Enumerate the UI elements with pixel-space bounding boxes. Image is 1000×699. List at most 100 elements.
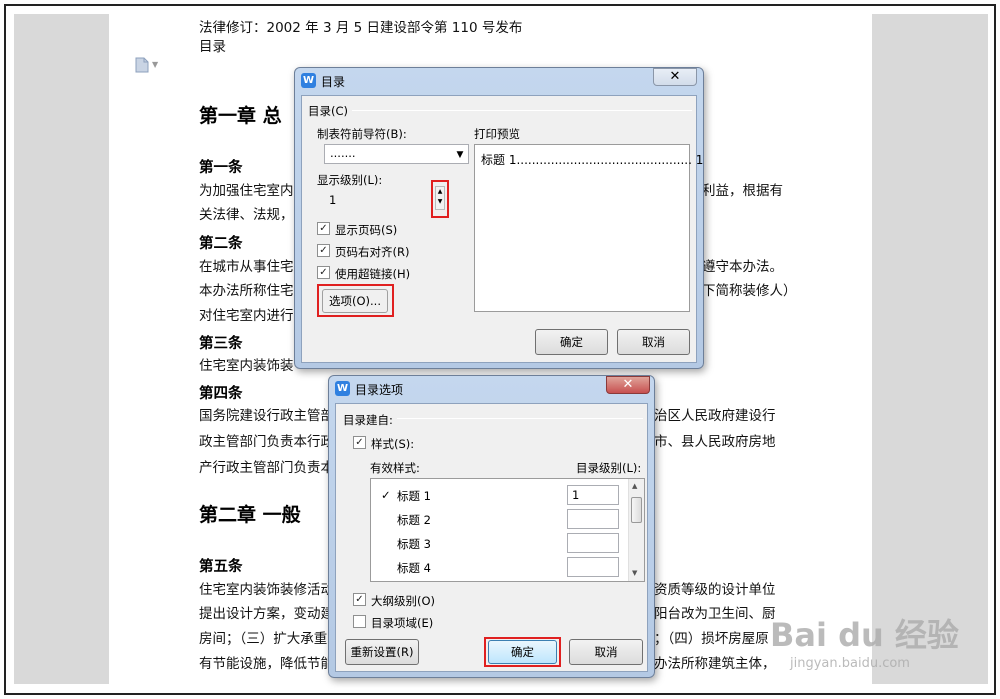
doc-line: 关法律、法规， [199, 207, 294, 223]
highlight-box [431, 180, 449, 218]
page-margin-left [14, 14, 109, 684]
toc-options-dialog: W 目录选项 ✕ 目录建自: ✓ 样式(S): 有效样式: 目录级别(L): ✓… [328, 375, 655, 678]
check-icon: ✓ [381, 488, 391, 502]
doc-line: 房间；（三）扩大承重 [199, 631, 328, 647]
doc-line: 国务院建设行政主管部 [199, 408, 334, 424]
available-styles-label: 有效样式: [370, 461, 420, 475]
show-page-numbers-label: 显示页码(S) [335, 223, 398, 237]
close-icon: ✕ [669, 69, 681, 84]
preview-entry: 标题 1....................................… [481, 153, 704, 167]
close-button[interactable]: ✕ [653, 68, 697, 86]
leader-label: 制表符前导符(B): [317, 127, 407, 141]
level-input[interactable] [567, 509, 619, 529]
style-name: 标题 1 [397, 489, 431, 503]
level-input[interactable] [567, 557, 619, 577]
doc-line: 政主管部门负责本行政 [199, 434, 334, 450]
chapter-heading: 第一章 总 [199, 105, 282, 127]
doc-line: 治区人民政府建设行 [654, 408, 776, 424]
scroll-down-icon[interactable]: ▼ [632, 569, 637, 577]
levels-label: 显示级别(L): [317, 173, 383, 187]
dialog-title: 目录 [321, 75, 346, 89]
level-input[interactable]: 1 [567, 485, 619, 505]
list-item[interactable]: ✓ 标题 1 1 [371, 485, 629, 507]
list-item[interactable]: 标题 4 [371, 557, 629, 579]
toc-fields-label: 目录项域(E) [371, 616, 434, 630]
chevron-down-icon[interactable]: ▼ [152, 60, 158, 69]
preview-label: 打印预览 [474, 127, 520, 141]
list-item[interactable]: 标题 3 [371, 533, 629, 555]
levels-input[interactable]: 1 [324, 190, 434, 210]
level-value: 1 [572, 488, 580, 502]
toc-dialog: W 目录 ✕ 目录(C) 制表符前导符(B): ....... ▼ 显示级别(L… [294, 67, 704, 369]
close-icon: ✕ [622, 377, 634, 392]
scroll-up-icon[interactable]: ▲ [632, 482, 637, 490]
doc-line: 产行政主管部门负责本 [199, 460, 334, 476]
doc-line: 目录 [199, 39, 226, 55]
list-item[interactable]: 标题 2 [371, 509, 629, 531]
group-divider [396, 418, 643, 419]
page-margin-right [872, 14, 988, 684]
doc-line: 本办法所称住宅 [199, 283, 294, 299]
doc-line: 有节能设施，降低节能 [199, 656, 334, 672]
leader-value: ....... [330, 146, 356, 160]
article-title: 第一条 [199, 160, 243, 176]
styles-checkbox[interactable]: ✓ [353, 436, 366, 449]
article-title: 第五条 [199, 559, 243, 575]
doc-line: 阳台改为卫生间、厨 [654, 606, 776, 622]
doc-line: 为加强住宅室内 [199, 183, 294, 199]
doc-line: 法律修订：2002 年 3 月 5 日建设部令第 110 号发布 [199, 20, 523, 36]
wps-logo-icon: W [335, 381, 350, 396]
leader-select[interactable]: ....... ▼ [324, 144, 469, 164]
toc-options-body: 目录建自: ✓ 样式(S): 有效样式: 目录级别(L): ✓ 标题 1 1 标… [335, 403, 648, 672]
document-icon[interactable] [135, 57, 149, 73]
toc-fields-checkbox[interactable] [353, 615, 366, 628]
chapter-heading: 第二章 一般 [199, 504, 301, 526]
doc-line: 住宅室内装饰装 [199, 358, 294, 374]
outline-levels-checkbox[interactable]: ✓ [353, 593, 366, 606]
doc-line: 办法所称建筑主体， [654, 656, 776, 672]
wps-logo-icon: W [301, 73, 316, 88]
styles-list[interactable]: ✓ 标题 1 1 标题 2 标题 3 标题 4 ▲ ▼ [370, 478, 645, 582]
chevron-down-icon: ▼ [456, 150, 464, 160]
use-hyperlinks-checkbox[interactable]: ✓ [317, 266, 330, 279]
doc-line: 资质等级的设计单位 [654, 582, 776, 598]
group-label: 目录(C) [308, 103, 353, 119]
toc-dialog-body: 目录(C) 制表符前导符(B): ....... ▼ 显示级别(L): 1 ▲ … [301, 95, 703, 363]
right-align-checkbox[interactable]: ✓ [317, 244, 330, 257]
style-name: 标题 4 [397, 561, 431, 575]
doc-line: 在城市从事住宅 [199, 259, 294, 275]
style-name: 标题 2 [397, 513, 431, 527]
dialog-title: 目录选项 [355, 383, 404, 397]
highlight-box [484, 637, 561, 667]
doc-line: 遵守本办法。 [702, 259, 783, 275]
use-hyperlinks-label: 使用超链接(H) [335, 267, 411, 281]
show-page-numbers-checkbox[interactable]: ✓ [317, 222, 330, 235]
style-name: 标题 3 [397, 537, 431, 551]
scrollbar-thumb[interactable] [631, 497, 642, 523]
article-title: 第二条 [199, 236, 243, 252]
ok-button[interactable]: 确定 [535, 329, 608, 355]
article-title: 第四条 [199, 386, 243, 402]
watermark-url: jingyan.baidu.com [790, 656, 910, 671]
highlight-box [317, 284, 394, 317]
toc-level-label: 目录级别(L): [576, 461, 642, 475]
doc-line: 对住宅室内进行 [199, 308, 294, 324]
outline-levels-label: 大纲级别(O) [371, 594, 436, 608]
styles-label: 样式(S): [371, 437, 415, 451]
preview-pane: 标题 1....................................… [474, 144, 703, 312]
scrollbar[interactable]: ▲ ▼ [628, 479, 644, 581]
baidu-watermark-logo: Bai du 经验 [770, 616, 959, 654]
doc-line: 下简称装修人） [702, 283, 797, 299]
doc-line: 提出设计方案，变动建 [199, 606, 334, 622]
right-align-label: 页码右对齐(R) [335, 245, 410, 259]
doc-line: 市、县人民政府房地 [654, 434, 776, 450]
doc-line: 利益，根据有 [702, 183, 783, 199]
level-input[interactable] [567, 533, 619, 553]
reset-button[interactable]: 重新设置(R) [345, 639, 419, 665]
group-label: 目录建自: [343, 412, 397, 428]
group-divider [342, 110, 692, 111]
doc-line: 住宅室内装饰装修活动 [199, 582, 334, 598]
cancel-button[interactable]: 取消 [569, 639, 643, 665]
close-button[interactable]: ✕ [606, 376, 650, 394]
cancel-button[interactable]: 取消 [617, 329, 690, 355]
